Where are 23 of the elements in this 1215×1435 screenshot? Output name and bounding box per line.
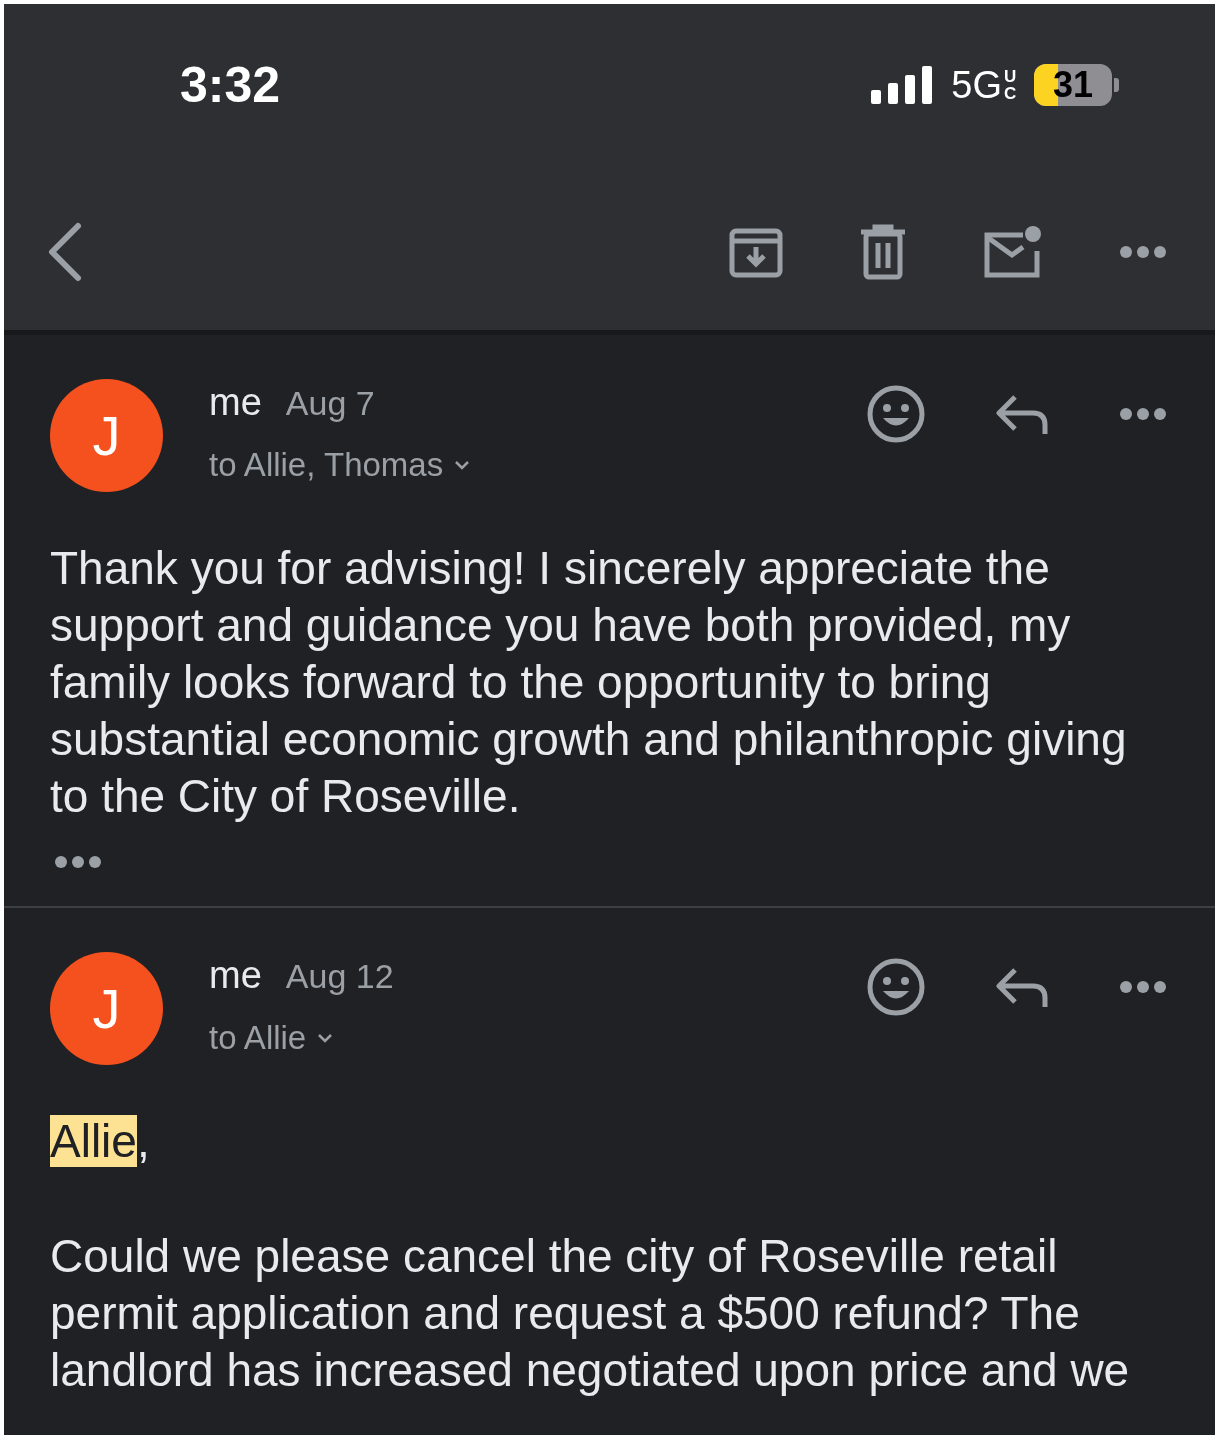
mark-unread-button[interactable] (983, 225, 1043, 279)
status-time: 3:32 (180, 56, 281, 114)
emoji-reaction-button[interactable] (867, 385, 925, 443)
message-more-button[interactable] (1119, 407, 1167, 421)
avatar: J (50, 379, 163, 492)
message-more-button[interactable] (1119, 980, 1167, 994)
message-date: Aug 12 (285, 957, 394, 996)
signal-icon (871, 66, 934, 104)
message-text: Could we please cancel the city of Roseville retail permit application and request a $500 refund? The landlord has increased negotiated upon price and we (50, 1229, 1131, 1398)
message-date: Aug 7 (285, 384, 375, 423)
reply-button[interactable] (995, 393, 1049, 435)
recipients-toggle[interactable]: to Allie (209, 1019, 335, 1057)
chevron-down-icon (453, 459, 472, 471)
sender-name: me (209, 381, 262, 424)
recipients-toggle[interactable]: to Allie, Thomas (209, 446, 472, 484)
reply-button[interactable] (995, 966, 1049, 1008)
chevron-down-icon (316, 1032, 335, 1044)
delete-button[interactable] (859, 224, 907, 280)
message-text: Thank you for advising! I sincerely appreciate the support and guidance you have both provided, my family looks forward to the opportunity to bring substantial economic growth and philanthropic giving to the City of Roseville. (50, 541, 1128, 824)
avatar: J (50, 952, 163, 1065)
sender-name: me (209, 954, 262, 997)
emoji-reaction-button[interactable] (867, 958, 925, 1016)
more-button[interactable] (1119, 245, 1167, 259)
